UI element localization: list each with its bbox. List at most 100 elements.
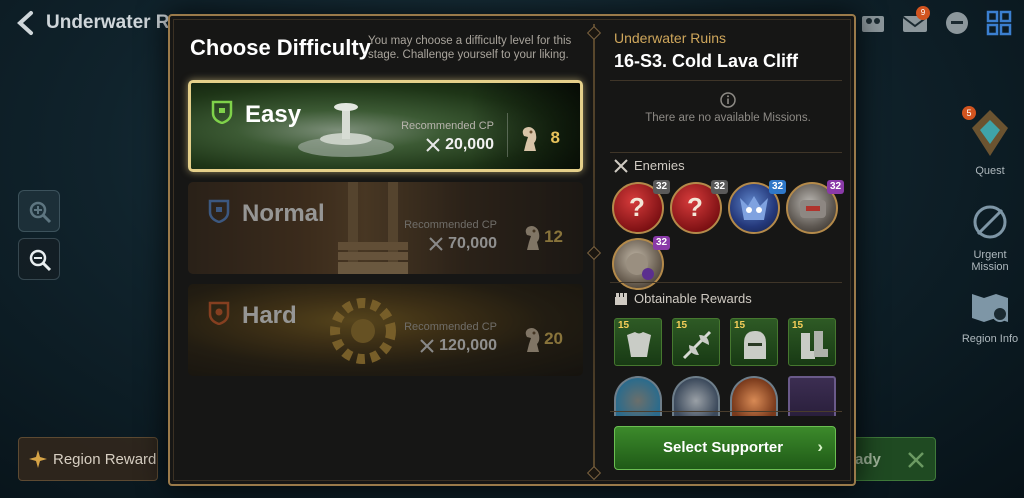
- recommended-cp-label: Recommended CP: [401, 120, 494, 132]
- reward-item-armor-icon[interactable]: [672, 376, 720, 416]
- divider-line: [610, 282, 842, 283]
- top-icons: 9: [858, 6, 1014, 38]
- recommended-cp-label: Recommended CP: [404, 219, 497, 231]
- star-icon: [29, 450, 47, 468]
- stamina-knight-icon: [522, 127, 537, 151]
- stamina-cost: 12: [544, 227, 563, 246]
- difficulty-card-normal[interactable]: Normal Recommended CP 70,000 12: [188, 182, 583, 274]
- zoom-in-button[interactable]: [18, 190, 60, 232]
- quest-badge: 5: [962, 106, 976, 120]
- rewards-header: Obtainable Rewards: [614, 291, 752, 306]
- stage-info-pane: Underwater Ruins 16-S3. Cold Lava Cliff …: [596, 16, 854, 484]
- reward-item[interactable]: 15: [730, 318, 778, 366]
- enemy-level: 32: [769, 180, 786, 194]
- friends-icon[interactable]: [858, 8, 888, 38]
- side-item-quest[interactable]: 5 Quest: [956, 106, 1024, 177]
- helmet-icon: [744, 331, 766, 359]
- stamina-divider: [507, 113, 508, 157]
- divider-line: [610, 411, 842, 412]
- enemies-label: Enemies: [634, 158, 685, 173]
- enemy-portrait[interactable]: ? 32: [612, 180, 670, 234]
- zoom-out-icon: [29, 249, 52, 272]
- divider-line: [610, 80, 842, 81]
- reward-item-creature-icon[interactable]: [730, 376, 778, 416]
- reward-item[interactable]: 15: [788, 318, 836, 366]
- difficulty-name: Normal: [242, 200, 325, 227]
- mail-badge: 9: [916, 6, 930, 20]
- boots-icon: [801, 331, 828, 359]
- side-item-urgent-mission[interactable]: Urgent Mission: [956, 202, 1024, 273]
- treasure-icon: [615, 292, 627, 305]
- select-supporter-label: Select Supporter: [663, 439, 784, 456]
- easy-shield-icon: [211, 100, 233, 124]
- back-arrow-icon[interactable]: [14, 10, 38, 36]
- stamina-knight-icon: [525, 226, 540, 250]
- cp-number: 20,000: [445, 136, 494, 153]
- crossed-swords-icon: [614, 158, 628, 173]
- enemy-level: 32: [711, 180, 728, 194]
- difficulty-name: Easy: [245, 101, 302, 128]
- recommended-cp-value: 70,000: [429, 235, 497, 253]
- region-reward-button[interactable]: Region Reward: [18, 437, 158, 481]
- no-missions-text: There are no available Missions.: [645, 112, 811, 124]
- enemy-portrait[interactable]: 32: [786, 180, 844, 234]
- difficulty-pane: Choose Difficulty You may choose a diffi…: [170, 16, 594, 484]
- recommended-cp-value: 20,000: [426, 136, 494, 154]
- menu-grid-icon[interactable]: [984, 8, 1014, 38]
- enemies-header: Enemies: [614, 158, 685, 173]
- enemy-level: 32: [827, 180, 844, 194]
- cp-number: 120,000: [439, 337, 497, 354]
- difficulty-card-hard[interactable]: Hard Recommended CP 120,000 20: [188, 284, 583, 376]
- enemy-level: 32: [653, 236, 670, 250]
- difficulty-name: Hard: [242, 302, 297, 329]
- reward-item-crystal-icon[interactable]: [788, 376, 836, 416]
- cp-swords-icon: [429, 237, 443, 251]
- recommended-cp-label: Recommended CP: [404, 321, 497, 333]
- reward-item-accessory-icon[interactable]: [614, 376, 662, 416]
- cp-number: 70,000: [448, 235, 497, 252]
- temple-stairs-icon: [338, 182, 408, 274]
- side-item-region-info[interactable]: Region Info: [956, 290, 1024, 345]
- enemy-portrait[interactable]: ? 32: [670, 180, 728, 234]
- urgent-mission-label: Urgent Mission: [971, 249, 1009, 273]
- mail-icon[interactable]: 9: [900, 6, 930, 38]
- stamina-cost: 20: [544, 329, 563, 348]
- stamina-cost: 8: [550, 128, 560, 147]
- hard-shield-icon: [208, 301, 230, 325]
- chevron-right-icon: ›: [817, 437, 823, 456]
- armor-icon: [627, 332, 651, 357]
- enemy-portrait[interactable]: 32: [728, 180, 786, 234]
- stage-region: Underwater Ruins: [614, 30, 727, 46]
- enemy-level: 32: [653, 180, 670, 194]
- gear-icon: [330, 298, 396, 364]
- modal-title: Choose Difficulty: [190, 35, 371, 60]
- chat-icon[interactable]: [942, 8, 972, 38]
- info-icon: [720, 92, 736, 108]
- crossed-swords-icon: [908, 452, 924, 468]
- normal-shield-icon: [208, 199, 230, 223]
- region-reward-label: Region Reward: [53, 450, 157, 468]
- cp-swords-icon: [420, 339, 434, 353]
- quest-label: Quest: [975, 165, 1005, 177]
- select-supporter-button[interactable]: Select Supporter ›: [614, 426, 836, 470]
- region-map-icon: [972, 294, 1008, 322]
- reward-item[interactable]: 15: [672, 318, 720, 366]
- rewards-label: Obtainable Rewards: [634, 291, 752, 306]
- zoom-out-button[interactable]: [18, 238, 60, 280]
- modal-description: You may choose a difficulty level for th…: [368, 35, 572, 61]
- divider-line: [610, 152, 842, 153]
- difficulty-card-easy[interactable]: Easy Recommended CP 20,000 8: [188, 80, 583, 172]
- urgent-mission-icon: [973, 205, 1007, 239]
- stamina-knight-icon: [525, 328, 540, 352]
- stage-name: 16-S3. Cold Lava Cliff: [614, 51, 799, 71]
- recommended-cp-value: 120,000: [420, 337, 497, 355]
- difficulty-modal: Choose Difficulty You may choose a diffi…: [168, 14, 856, 486]
- ready-label: ady: [855, 451, 881, 468]
- region-info-label: Region Info: [961, 333, 1019, 345]
- cp-swords-icon: [426, 138, 440, 152]
- zoom-in-icon: [29, 201, 52, 224]
- reward-item[interactable]: 15: [614, 318, 662, 366]
- pane-divider: [586, 24, 602, 481]
- axe-icon: [682, 330, 712, 360]
- fountain-icon: [298, 103, 394, 157]
